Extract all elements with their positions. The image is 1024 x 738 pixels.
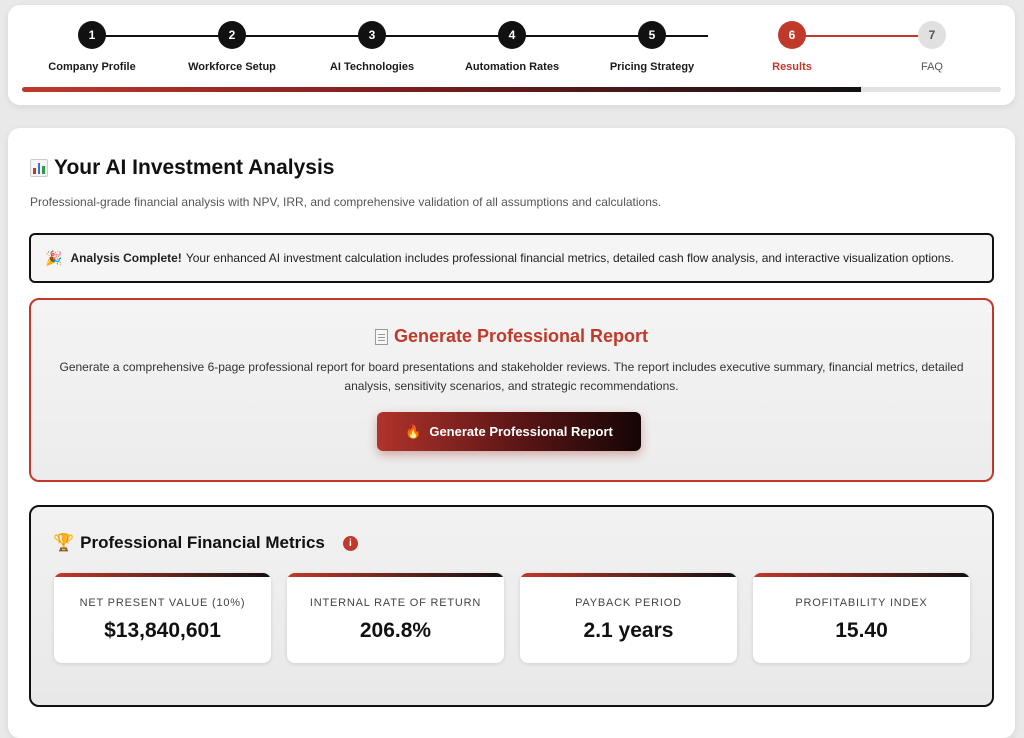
progress-stepper: 1 Company Profile 2 Workforce Setup 3 AI… — [8, 5, 1015, 105]
party-popper-icon: 🎉 — [45, 249, 63, 266]
step-faq[interactable]: 7 FAQ — [862, 21, 1002, 73]
step-label: Automation Rates — [464, 61, 560, 73]
generate-report-button-label: Generate Professional Report — [429, 424, 613, 439]
step-results[interactable]: 6 Results — [722, 21, 862, 73]
metric-value: 2.1 years — [583, 619, 674, 642]
step-number: 1 — [78, 21, 106, 49]
step-company-profile[interactable]: 1 Company Profile — [22, 21, 162, 73]
step-label: Workforce Setup — [188, 61, 276, 73]
metric-label: PROFITABILITY INDEX — [795, 597, 928, 609]
step-number: 4 — [498, 21, 526, 49]
page-title: Your AI Investment Analysis — [30, 156, 334, 180]
metric-label: NET PRESENT VALUE (10%) — [79, 597, 246, 609]
step-label: Pricing Strategy — [609, 61, 695, 73]
progress-bar — [22, 87, 1001, 92]
step-label: AI Technologies — [329, 61, 415, 73]
step-ai-technologies[interactable]: 3 AI Technologies — [302, 21, 442, 73]
step-label: FAQ — [920, 61, 943, 73]
info-icon[interactable]: i — [342, 535, 358, 551]
report-description: Generate a comprehensive 6-page professi… — [59, 360, 964, 393]
metric-card-irr: INTERNAL RATE OF RETURN 206.8% — [287, 573, 504, 663]
step-pricing-strategy[interactable]: 5 Pricing Strategy — [582, 21, 722, 73]
analysis-complete-alert: 🎉 Analysis Complete! Your enhanced AI in… — [29, 233, 994, 283]
alert-text: Your enhanced AI investment calculation … — [185, 251, 954, 265]
fire-icon: 🔥 — [405, 423, 422, 439]
results-panel: Your AI Investment Analysis Professional… — [8, 128, 1015, 738]
metric-value: $13,840,601 — [104, 619, 221, 642]
step-label: Results — [772, 61, 812, 73]
metric-value: 15.40 — [835, 619, 888, 642]
step-number: 7 — [918, 21, 946, 49]
stepper-steps: 1 Company Profile 2 Workforce Setup 3 AI… — [8, 5, 1015, 85]
step-number: 6 — [778, 21, 806, 49]
generate-report-button[interactable]: 🔥 Generate Professional Report — [377, 412, 641, 451]
metric-value: 206.8% — [359, 619, 432, 642]
financial-metrics-section: 🏆 Professional Financial Metrics i NET P… — [29, 505, 994, 707]
metric-card-npv: NET PRESENT VALUE (10%) $13,840,601 — [54, 573, 271, 663]
report-title: Generate Professional Report — [31, 326, 992, 347]
step-number: 5 — [638, 21, 666, 49]
document-icon — [374, 328, 388, 345]
page-subtitle: Professional-grade financial analysis wi… — [30, 195, 662, 209]
step-number: 3 — [358, 21, 386, 49]
metrics-title-text: Professional Financial Metrics — [80, 533, 325, 552]
progress-bar-fill — [22, 87, 861, 92]
step-workforce-setup[interactable]: 2 Workforce Setup — [162, 21, 302, 73]
metrics-title: 🏆 Professional Financial Metrics i — [53, 533, 358, 553]
report-generator-section: Generate Professional Report Generate a … — [29, 298, 994, 482]
metric-card-payback: PAYBACK PERIOD 2.1 years — [520, 573, 737, 663]
report-title-text: Generate Professional Report — [393, 326, 649, 346]
step-automation-rates[interactable]: 4 Automation Rates — [442, 21, 582, 73]
bar-chart-icon — [30, 159, 48, 177]
alert-bold-text: Analysis Complete! — [70, 251, 182, 265]
page-title-text: Your AI Investment Analysis — [54, 156, 335, 179]
metric-label: INTERNAL RATE OF RETURN — [309, 597, 482, 609]
metric-card-profitability-index: PROFITABILITY INDEX 15.40 — [753, 573, 970, 663]
step-label: Company Profile — [48, 61, 136, 73]
step-number: 2 — [218, 21, 246, 49]
trophy-icon: 🏆 — [53, 533, 75, 552]
metric-label: PAYBACK PERIOD — [575, 597, 682, 609]
